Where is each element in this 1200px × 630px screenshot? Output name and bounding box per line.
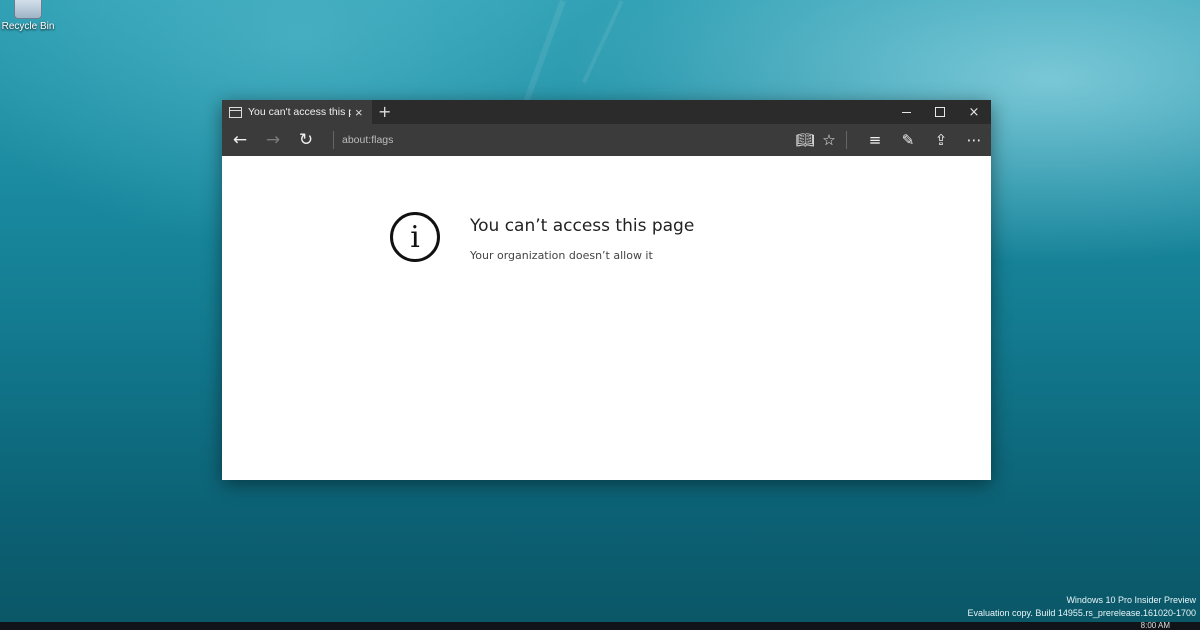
share-icon: ⇪ xyxy=(934,131,948,149)
reading-view-icon: 📖︎ xyxy=(795,131,815,149)
address-bar[interactable] xyxy=(342,132,762,148)
watermark-edition: Windows 10 Pro Insider Preview xyxy=(1066,595,1196,605)
recycle-bin-label: Recycle Bin xyxy=(1,21,55,32)
favorite-button[interactable]: ☆ xyxy=(814,124,844,156)
address-divider xyxy=(333,131,334,149)
web-note-icon: ✎ xyxy=(901,131,915,149)
info-icon: i xyxy=(390,212,440,262)
recycle-bin[interactable]: Recycle Bin xyxy=(0,0,56,32)
minimize-icon xyxy=(901,111,911,113)
light-ray xyxy=(518,0,566,115)
title-bar[interactable]: You can't access this page × + × xyxy=(222,100,991,124)
more-icon: ⋯ xyxy=(966,131,982,149)
windows-watermark: Windows 10 Pro Insider Preview Evaluatio… xyxy=(968,594,1197,620)
web-note-button[interactable]: ✎ xyxy=(893,124,923,156)
favorite-star-icon: ☆ xyxy=(822,131,836,149)
edge-browser-window: You can't access this page × + × ← → ↻ 📖… xyxy=(222,100,991,480)
error-title: You can’t access this page xyxy=(470,216,695,236)
recycle-bin-icon xyxy=(14,0,42,19)
page-content: i You can’t access this page Your organi… xyxy=(222,156,991,480)
maximize-button[interactable] xyxy=(923,100,957,124)
tab-title: You can't access this page xyxy=(248,106,351,118)
window-controls: × xyxy=(889,100,991,124)
forward-arrow-icon: → xyxy=(265,130,281,150)
taskbar-clock[interactable]: 8:00 AM xyxy=(1141,622,1170,630)
watermark-build: Evaluation copy. Build 14955.rs_prerelea… xyxy=(967,608,1197,618)
back-arrow-icon: ← xyxy=(232,130,248,150)
refresh-icon: ↻ xyxy=(298,130,314,150)
forward-button[interactable]: → xyxy=(257,124,289,156)
tab-close-icon[interactable]: × xyxy=(355,105,363,120)
new-tab-button[interactable]: + xyxy=(378,102,391,121)
hub-button[interactable]: ≡ xyxy=(860,124,890,156)
toolbar-divider xyxy=(846,131,847,149)
more-button[interactable]: ⋯ xyxy=(959,124,989,156)
back-button[interactable]: ← xyxy=(224,124,256,156)
close-icon: × xyxy=(968,104,980,120)
maximize-icon xyxy=(935,107,945,117)
close-button[interactable]: × xyxy=(957,100,991,124)
navigation-bar: ← → ↻ 📖︎ ☆ ≡ ✎ ⇪ ⋯ xyxy=(222,124,991,156)
taskbar[interactable]: 8:00 AM xyxy=(0,622,1200,630)
refresh-button[interactable]: ↻ xyxy=(290,124,322,156)
page-icon xyxy=(229,106,242,118)
error-subtitle: Your organization doesn’t allow it xyxy=(470,249,653,262)
light-ray xyxy=(581,0,624,84)
minimize-button[interactable] xyxy=(889,100,923,124)
share-button[interactable]: ⇪ xyxy=(926,124,956,156)
tab-active[interactable]: You can't access this page × xyxy=(222,100,372,124)
hub-icon: ≡ xyxy=(868,131,882,149)
